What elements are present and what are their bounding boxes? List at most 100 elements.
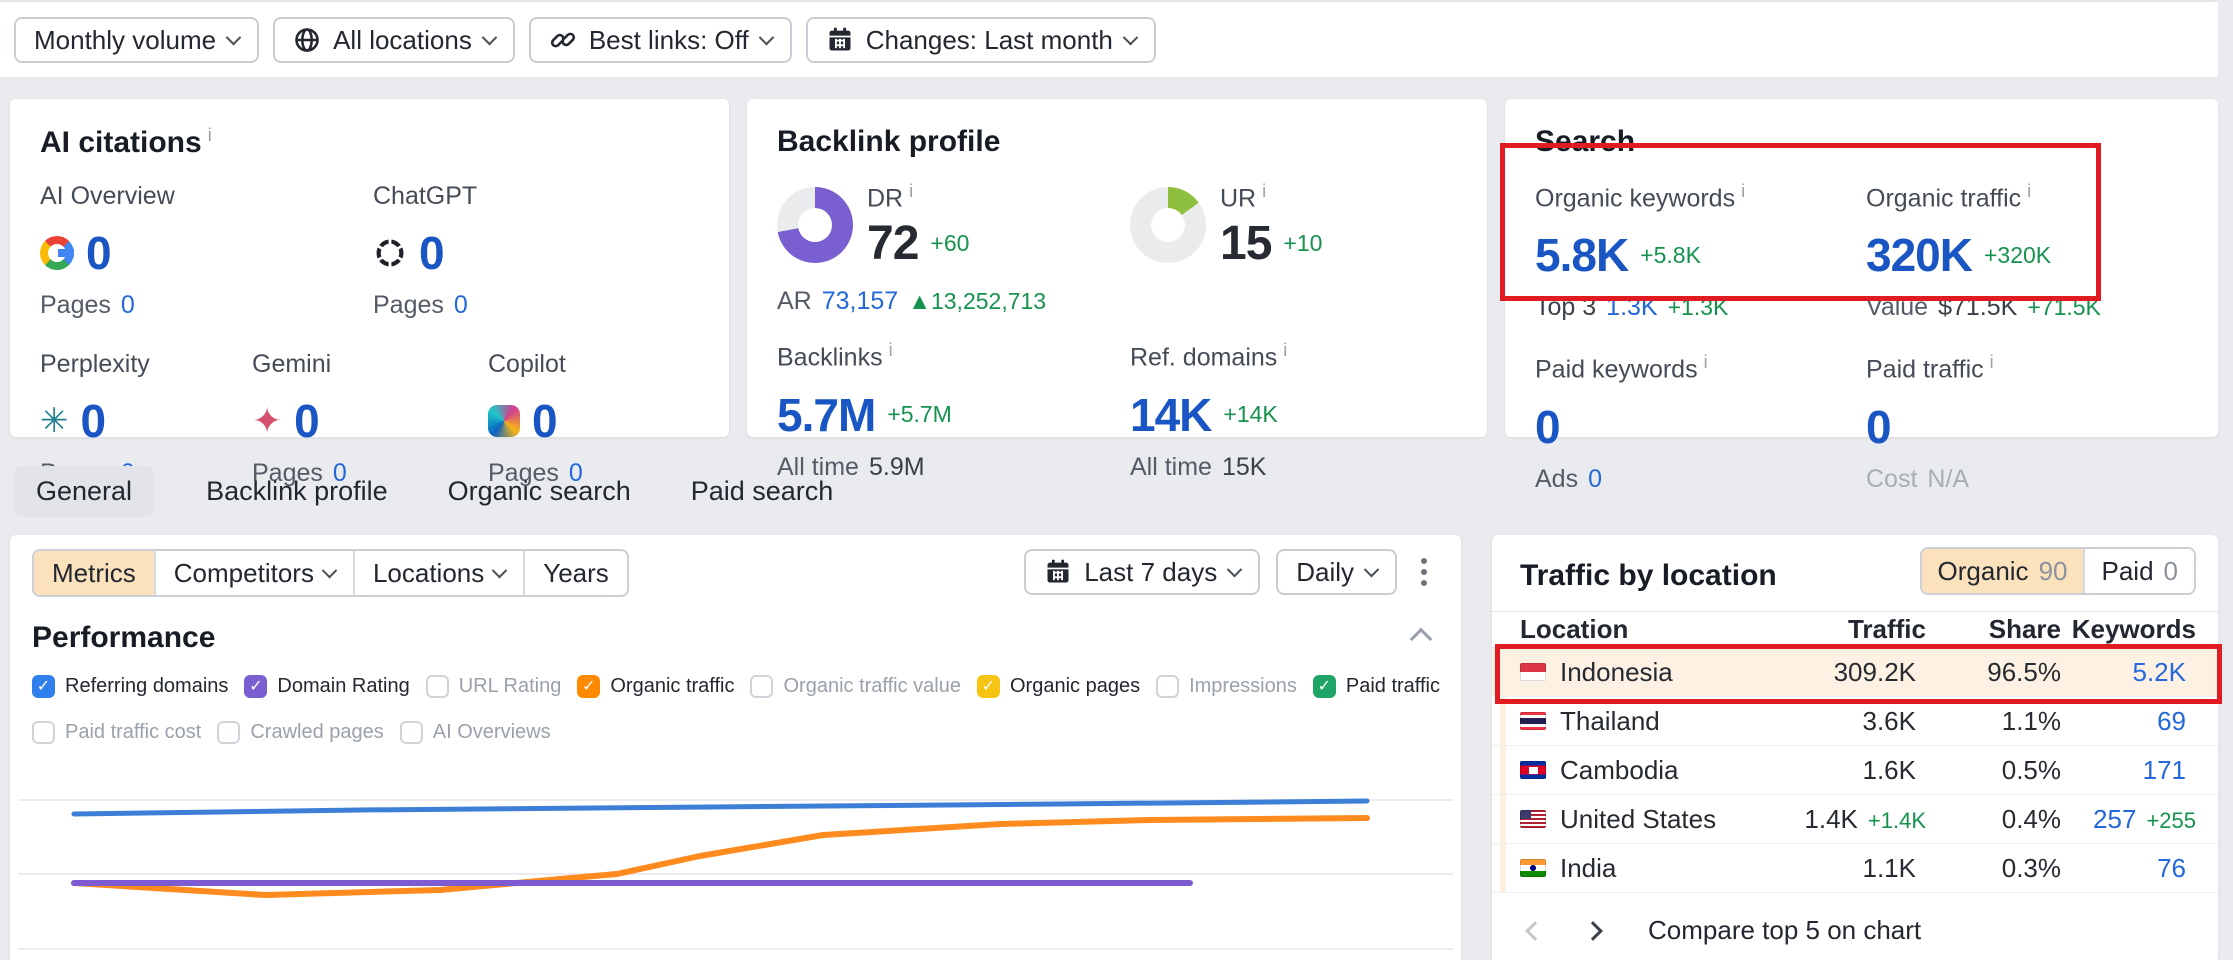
chatgpt-metric: ChatGPT 0 Pages0: [373, 182, 477, 320]
changes-filter-button[interactable]: Changes: Last month: [806, 17, 1156, 63]
traffic-value: 309.2K: [1834, 657, 1916, 688]
performance-panel: Metrics Competitors Locations Years Last…: [10, 535, 1461, 960]
table-row-india[interactable]: India 1.1K 0.3% 76: [1492, 844, 2218, 893]
granularity-dropdown[interactable]: Daily: [1276, 549, 1397, 595]
organic-keywords-label: Organic keywordsi: [1535, 181, 1866, 213]
paid-traffic-label: Paid traffici: [1866, 352, 1994, 384]
best-links-filter-button[interactable]: Best links: Off: [529, 17, 792, 63]
metrics-tab-button[interactable]: Metrics: [34, 551, 154, 595]
pages-label: Pages: [40, 291, 111, 320]
table-row-thailand[interactable]: Thailand 3.6K 1.1% 69: [1492, 697, 2218, 746]
ai-overview-metric: AI Overview 0 Pages0: [40, 182, 373, 320]
alltime-label: All time: [1130, 453, 1212, 482]
ref-domains-label: Ref. domainsi: [1130, 340, 1287, 372]
checkbox-ai-overviews[interactable]: AI Overviews: [400, 721, 551, 744]
info-icon[interactable]: i: [1704, 352, 1708, 372]
tab-paid-search[interactable]: Paid search: [683, 466, 842, 517]
info-icon[interactable]: i: [1283, 340, 1287, 360]
tab-organic-search[interactable]: Organic search: [440, 466, 639, 517]
info-icon[interactable]: i: [1262, 181, 1266, 201]
share-value: 0.3%: [2002, 853, 2061, 884]
info-icon[interactable]: i: [1990, 352, 1994, 372]
checkbox-url-rating[interactable]: URL Rating: [426, 675, 562, 698]
column-traffic[interactable]: Traffic: [1726, 614, 1926, 645]
checkbox-organic-traffic[interactable]: ✓Organic traffic: [577, 675, 734, 698]
traffic-value: 1.4K: [1804, 804, 1858, 835]
checkbox-referring-domains[interactable]: ✓Referring domains: [32, 675, 228, 698]
ar-value-link[interactable]: 73,157: [822, 287, 898, 316]
metric-value: 0: [86, 226, 111, 280]
paid-traffic-metric: Paid traffici 0 CostN/A: [1866, 352, 1994, 493]
calendar-icon: [1044, 558, 1072, 586]
ads-value-link[interactable]: 0: [1588, 465, 1602, 494]
column-keywords[interactable]: Keywords: [2061, 614, 2196, 645]
next-page-button[interactable]: [1583, 921, 1603, 941]
organic-toggle-button[interactable]: Organic90: [1922, 549, 2084, 593]
organic-keywords-value[interactable]: 5.8K: [1535, 228, 1628, 282]
locations-filter-button[interactable]: All locations: [273, 17, 515, 63]
url-rating-block: URi 15 +10: [1130, 181, 1322, 316]
organic-traffic-value[interactable]: 320K: [1866, 228, 1972, 282]
tab-general[interactable]: General: [14, 466, 154, 517]
table-header-row: Location Traffic Share Keywords: [1492, 612, 2218, 648]
locations-dropdown[interactable]: Locations: [353, 551, 523, 595]
chevron-down-icon: [758, 29, 774, 45]
checkbox-organic-traffic-value[interactable]: Organic traffic value: [750, 675, 961, 698]
volume-filter-button[interactable]: Monthly volume: [14, 17, 259, 63]
pages-link[interactable]: 0: [454, 291, 468, 320]
organic-keywords-metric: Organic keywordsi 5.8K +5.8K Top 3 1.3K …: [1535, 181, 1866, 322]
pages-link[interactable]: 0: [121, 291, 135, 320]
globe-icon: [293, 26, 321, 54]
paid-count: 0: [2164, 556, 2178, 587]
india-flag-icon: [1520, 859, 1546, 877]
location-label: United States: [1560, 804, 1716, 835]
paid-traffic-value[interactable]: 0: [1866, 400, 1891, 454]
info-icon[interactable]: i: [2027, 181, 2031, 201]
competitors-dropdown[interactable]: Competitors: [154, 551, 353, 595]
keywords-link[interactable]: 5.2K: [2133, 657, 2187, 688]
paid-keywords-value[interactable]: 0: [1535, 400, 1560, 454]
checkbox-crawled-pages[interactable]: Crawled pages: [217, 721, 383, 744]
years-tab-button[interactable]: Years: [523, 551, 627, 595]
column-location[interactable]: Location: [1520, 614, 1726, 645]
keywords-link[interactable]: 171: [2143, 755, 2186, 786]
info-icon[interactable]: i: [889, 340, 893, 360]
chevron-down-icon: [1364, 561, 1380, 577]
metric-checkbox-row: ✓Referring domains ✓Domain Rating URL Rati…: [32, 675, 1440, 698]
info-icon[interactable]: i: [208, 125, 212, 145]
collapse-section-button[interactable]: [1410, 628, 1433, 651]
keywords-link[interactable]: 257: [2093, 804, 2136, 835]
traffic-value-amount: $71.5K: [1938, 293, 2017, 322]
keywords-link[interactable]: 69: [2157, 706, 2186, 737]
date-range-dropdown[interactable]: Last 7 days: [1024, 549, 1260, 595]
backlinks-value[interactable]: 5.7M: [777, 388, 875, 442]
checkbox-domain-rating[interactable]: ✓Domain Rating: [244, 675, 409, 698]
more-options-button[interactable]: [1413, 558, 1435, 586]
info-icon[interactable]: i: [1741, 181, 1745, 201]
column-share[interactable]: Share: [1926, 614, 2061, 645]
checkbox-paid-traffic[interactable]: ✓Paid traffic: [1313, 675, 1440, 698]
chevron-down-icon: [492, 562, 508, 578]
checkbox-impressions[interactable]: Impressions: [1156, 675, 1297, 698]
checkbox-icon: ✓: [1313, 675, 1336, 698]
tab-backlink-profile[interactable]: Backlink profile: [198, 466, 396, 517]
keywords-link[interactable]: 76: [2157, 853, 2186, 884]
checkbox-label: Organic traffic value: [783, 675, 961, 698]
table-row-cambodia[interactable]: Cambodia 1.6K 0.5% 171: [1492, 746, 2218, 795]
top3-value-link[interactable]: 1.3K: [1606, 293, 1657, 322]
checkbox-paid-traffic-cost[interactable]: Paid traffic cost: [32, 721, 201, 744]
table-row-indonesia[interactable]: Indonesia 309.2K 96.5% 5.2K: [1492, 648, 2218, 697]
traffic-by-location-panel: Traffic by location Organic90 Paid0 Loca…: [1492, 535, 2218, 960]
paid-toggle-button[interactable]: Paid0: [2083, 549, 2194, 593]
ur-donut-chart: [1130, 187, 1206, 263]
alltime-value: 5.9M: [869, 453, 925, 482]
cost-value: N/A: [1927, 465, 1969, 494]
table-row-united-states[interactable]: United States 1.4K+1.4K 0.4% 257+255: [1492, 795, 2218, 844]
info-icon[interactable]: i: [909, 181, 913, 201]
prev-page-button[interactable]: [1525, 921, 1545, 941]
ref-domains-value[interactable]: 14K: [1130, 388, 1211, 442]
checkbox-organic-pages[interactable]: ✓Organic pages: [977, 675, 1140, 698]
organic-keywords-change: +5.8K: [1640, 242, 1701, 269]
granularity-label: Daily: [1296, 557, 1354, 588]
ads-label: Ads: [1535, 465, 1578, 494]
